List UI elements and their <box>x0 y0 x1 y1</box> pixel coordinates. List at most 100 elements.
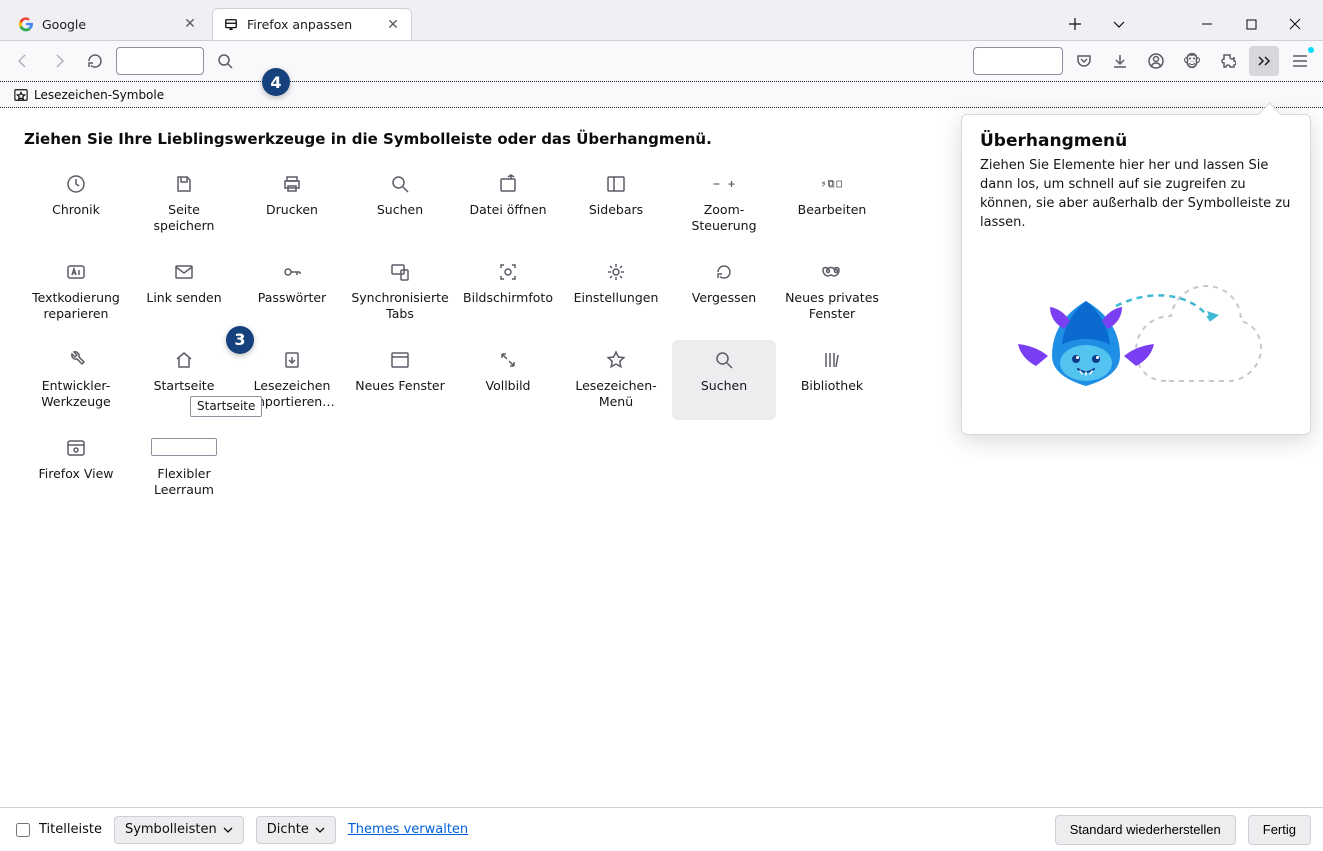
open-file-icon <box>496 172 520 196</box>
density-dropdown[interactable]: Dichte <box>256 816 336 844</box>
account-icon[interactable] <box>1141 46 1171 76</box>
print-icon <box>280 172 304 196</box>
tile-devtools[interactable]: Entwickler-Werkzeuge <box>24 340 128 420</box>
overflow-panel: Überhangmenü Ziehen Sie Elemente hier he… <box>961 114 1311 435</box>
tab-customize[interactable]: Firefox anpassen ✕ <box>212 8 412 40</box>
tile-private-window[interactable]: Neues privates Fenster <box>780 252 884 332</box>
overflow-title: Überhangmenü <box>980 131 1292 151</box>
toolbar-dropzone-right[interactable] <box>973 47 1063 75</box>
firefox-view-icon <box>64 436 88 460</box>
tile-forget[interactable]: Vergessen <box>672 252 776 332</box>
screenshot-icon <box>496 260 520 284</box>
overflow-button[interactable] <box>1249 46 1279 76</box>
tile-history[interactable]: Chronik <box>24 164 128 244</box>
app-menu-button[interactable] <box>1285 46 1315 76</box>
gear-icon <box>604 260 628 284</box>
downloads-icon[interactable] <box>1105 46 1135 76</box>
customize-main: Ziehen Sie Ihre Lieblingswerkzeuge in di… <box>0 108 1323 807</box>
search-icon[interactable] <box>210 46 240 76</box>
step-badge-3: 3 <box>226 326 254 354</box>
overflow-text: Ziehen Sie Elemente hier her und lassen … <box>980 157 1292 232</box>
toolbars-dropdown[interactable]: Symbolleisten <box>114 816 244 844</box>
tile-settings[interactable]: Einstellungen <box>564 252 668 332</box>
synced-tabs-icon <box>388 260 412 284</box>
done-button[interactable]: Fertig <box>1248 815 1311 845</box>
save-icon <box>172 172 196 196</box>
tab-label: Firefox anpassen <box>247 17 352 32</box>
window-icon <box>388 348 412 372</box>
google-favicon <box>18 16 34 32</box>
extensions-icon[interactable] <box>1213 46 1243 76</box>
tile-save-page[interactable]: Seite speichern <box>132 164 236 244</box>
tile-edit[interactable]: Bearbeiten <box>780 164 884 244</box>
tile-textencoding[interactable]: Textkodierung reparieren <box>24 252 128 332</box>
bookmarks-toolbar: Lesezeichen-Symbole <box>0 82 1323 108</box>
tooltip-startseite: Startseite <box>190 396 262 417</box>
fullscreen-icon <box>496 348 520 372</box>
tile-firefox-view[interactable]: Firefox View <box>24 428 128 508</box>
tile-send-link[interactable]: Link senden <box>132 252 236 332</box>
tab-strip: Google ✕ Firefox anpassen ✕ <box>0 0 1323 40</box>
chevron-down-icon <box>315 826 325 834</box>
library-icon <box>820 348 844 372</box>
tile-zoom[interactable]: Zoom-Steuerung <box>672 164 776 244</box>
zoom-icon <box>712 172 736 196</box>
extension-icon-1[interactable]: 🐵 <box>1177 46 1207 76</box>
themes-link[interactable]: Themes verwalten <box>348 822 468 837</box>
bookmarks-folder-icon <box>14 88 28 102</box>
tile-find[interactable]: Suchen <box>348 164 452 244</box>
tile-fullscreen[interactable]: Vollbild <box>456 340 560 420</box>
bookmarks-toolbar-item[interactable]: Lesezeichen-Symbole <box>10 86 168 104</box>
window-minimize[interactable] <box>1187 8 1227 40</box>
all-tabs-button[interactable] <box>1099 8 1139 40</box>
key-icon <box>280 260 304 284</box>
close-icon[interactable]: ✕ <box>182 16 198 32</box>
mail-icon <box>172 260 196 284</box>
pocket-icon[interactable] <box>1069 46 1099 76</box>
step-badge-4: 4 <box>262 68 290 96</box>
mask-icon <box>820 260 844 284</box>
toolbar-dropzone[interactable] <box>116 47 204 75</box>
search-icon <box>388 172 412 196</box>
import-icon <box>280 348 304 372</box>
tile-passwords[interactable]: Passwörter <box>240 252 344 332</box>
flex-space-icon <box>151 438 217 456</box>
window-close[interactable] <box>1275 8 1315 40</box>
edit-icon <box>820 172 844 196</box>
clock-icon <box>64 172 88 196</box>
search-icon <box>712 348 736 372</box>
tile-flex-space[interactable]: Flexibler Leerraum <box>132 428 236 508</box>
home-icon <box>172 348 196 372</box>
tile-open-file[interactable]: Datei öffnen <box>456 164 560 244</box>
tile-bookmarks-menu[interactable]: Lesezeichen-Menü <box>564 340 668 420</box>
bookmarks-item-label: Lesezeichen-Symbole <box>34 88 164 102</box>
close-icon[interactable]: ✕ <box>385 17 401 33</box>
wrench-icon <box>64 348 88 372</box>
star-icon <box>604 348 628 372</box>
nav-toolbar: 🐵 4 <box>0 40 1323 82</box>
forward-button[interactable] <box>44 46 74 76</box>
titlebar-checkbox[interactable]: Titelleiste <box>12 820 102 840</box>
chevron-down-icon <box>223 826 233 834</box>
customize-favicon <box>223 17 239 33</box>
restore-defaults-button[interactable]: Standard wiederherstellen <box>1055 815 1236 845</box>
tile-library[interactable]: Bibliothek <box>780 340 884 420</box>
tile-synced-tabs[interactable]: Synchronisierte Tabs <box>348 252 452 332</box>
back-button[interactable] <box>8 46 38 76</box>
sidebar-icon <box>604 172 628 196</box>
tile-new-window[interactable]: Neues Fenster <box>348 340 452 420</box>
notification-dot-icon <box>1308 47 1314 53</box>
tile-search-box[interactable]: Suchen <box>672 340 776 420</box>
overflow-illustration <box>980 246 1292 416</box>
tile-sidebars[interactable]: Sidebars <box>564 164 668 244</box>
tile-screenshot[interactable]: Bildschirmfoto <box>456 252 560 332</box>
new-tab-button[interactable] <box>1055 8 1095 40</box>
tile-print[interactable]: Drucken <box>240 164 344 244</box>
tab-google[interactable]: Google ✕ <box>8 8 208 40</box>
tile-homepage[interactable]: Startseite 3 Startseite <box>132 340 236 420</box>
encoding-icon <box>64 260 88 284</box>
tab-label: Google <box>42 17 86 32</box>
window-maximize[interactable] <box>1231 8 1271 40</box>
reload-button[interactable] <box>80 46 110 76</box>
forget-icon <box>712 260 736 284</box>
